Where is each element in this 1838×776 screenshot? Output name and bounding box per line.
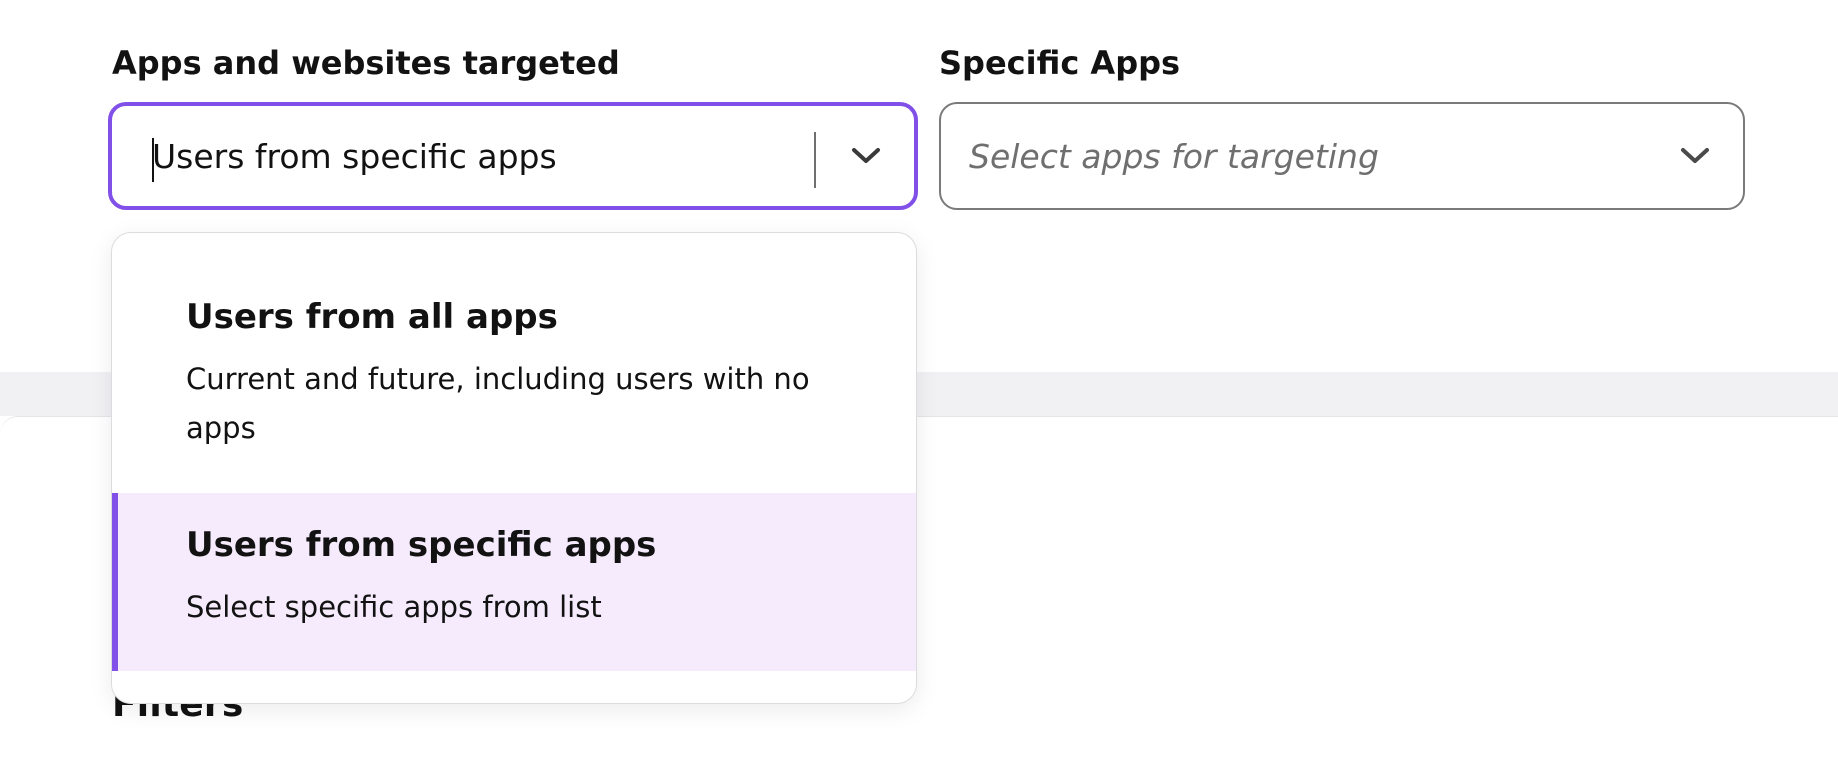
specific-apps-label: Specific Apps bbox=[939, 44, 1181, 82]
apps-targeted-label: Apps and websites targeted bbox=[112, 44, 620, 82]
chevron-down-icon[interactable] bbox=[1677, 138, 1713, 174]
option-title: Users from specific apps bbox=[186, 525, 657, 565]
chevron-down-icon[interactable] bbox=[848, 138, 884, 174]
select-divider bbox=[814, 132, 816, 188]
option-users-from-all-apps[interactable]: Users from all apps Current and future, … bbox=[112, 293, 916, 493]
option-title: Users from all apps bbox=[186, 297, 558, 337]
option-description: Select specific apps from list bbox=[186, 590, 602, 624]
apps-targeted-select[interactable]: Users from specific apps bbox=[108, 102, 918, 210]
specific-apps-select[interactable]: Select apps for targeting bbox=[939, 102, 1745, 210]
option-description: Current and future, including users with… bbox=[186, 362, 810, 445]
specific-apps-placeholder[interactable]: Select apps for targeting bbox=[969, 137, 1379, 176]
apps-targeted-value[interactable]: Users from specific apps bbox=[152, 137, 557, 176]
apps-targeted-dropdown: Users from all apps Current and future, … bbox=[111, 232, 917, 704]
option-users-from-specific-apps[interactable]: Users from specific apps Select specific… bbox=[112, 493, 916, 671]
